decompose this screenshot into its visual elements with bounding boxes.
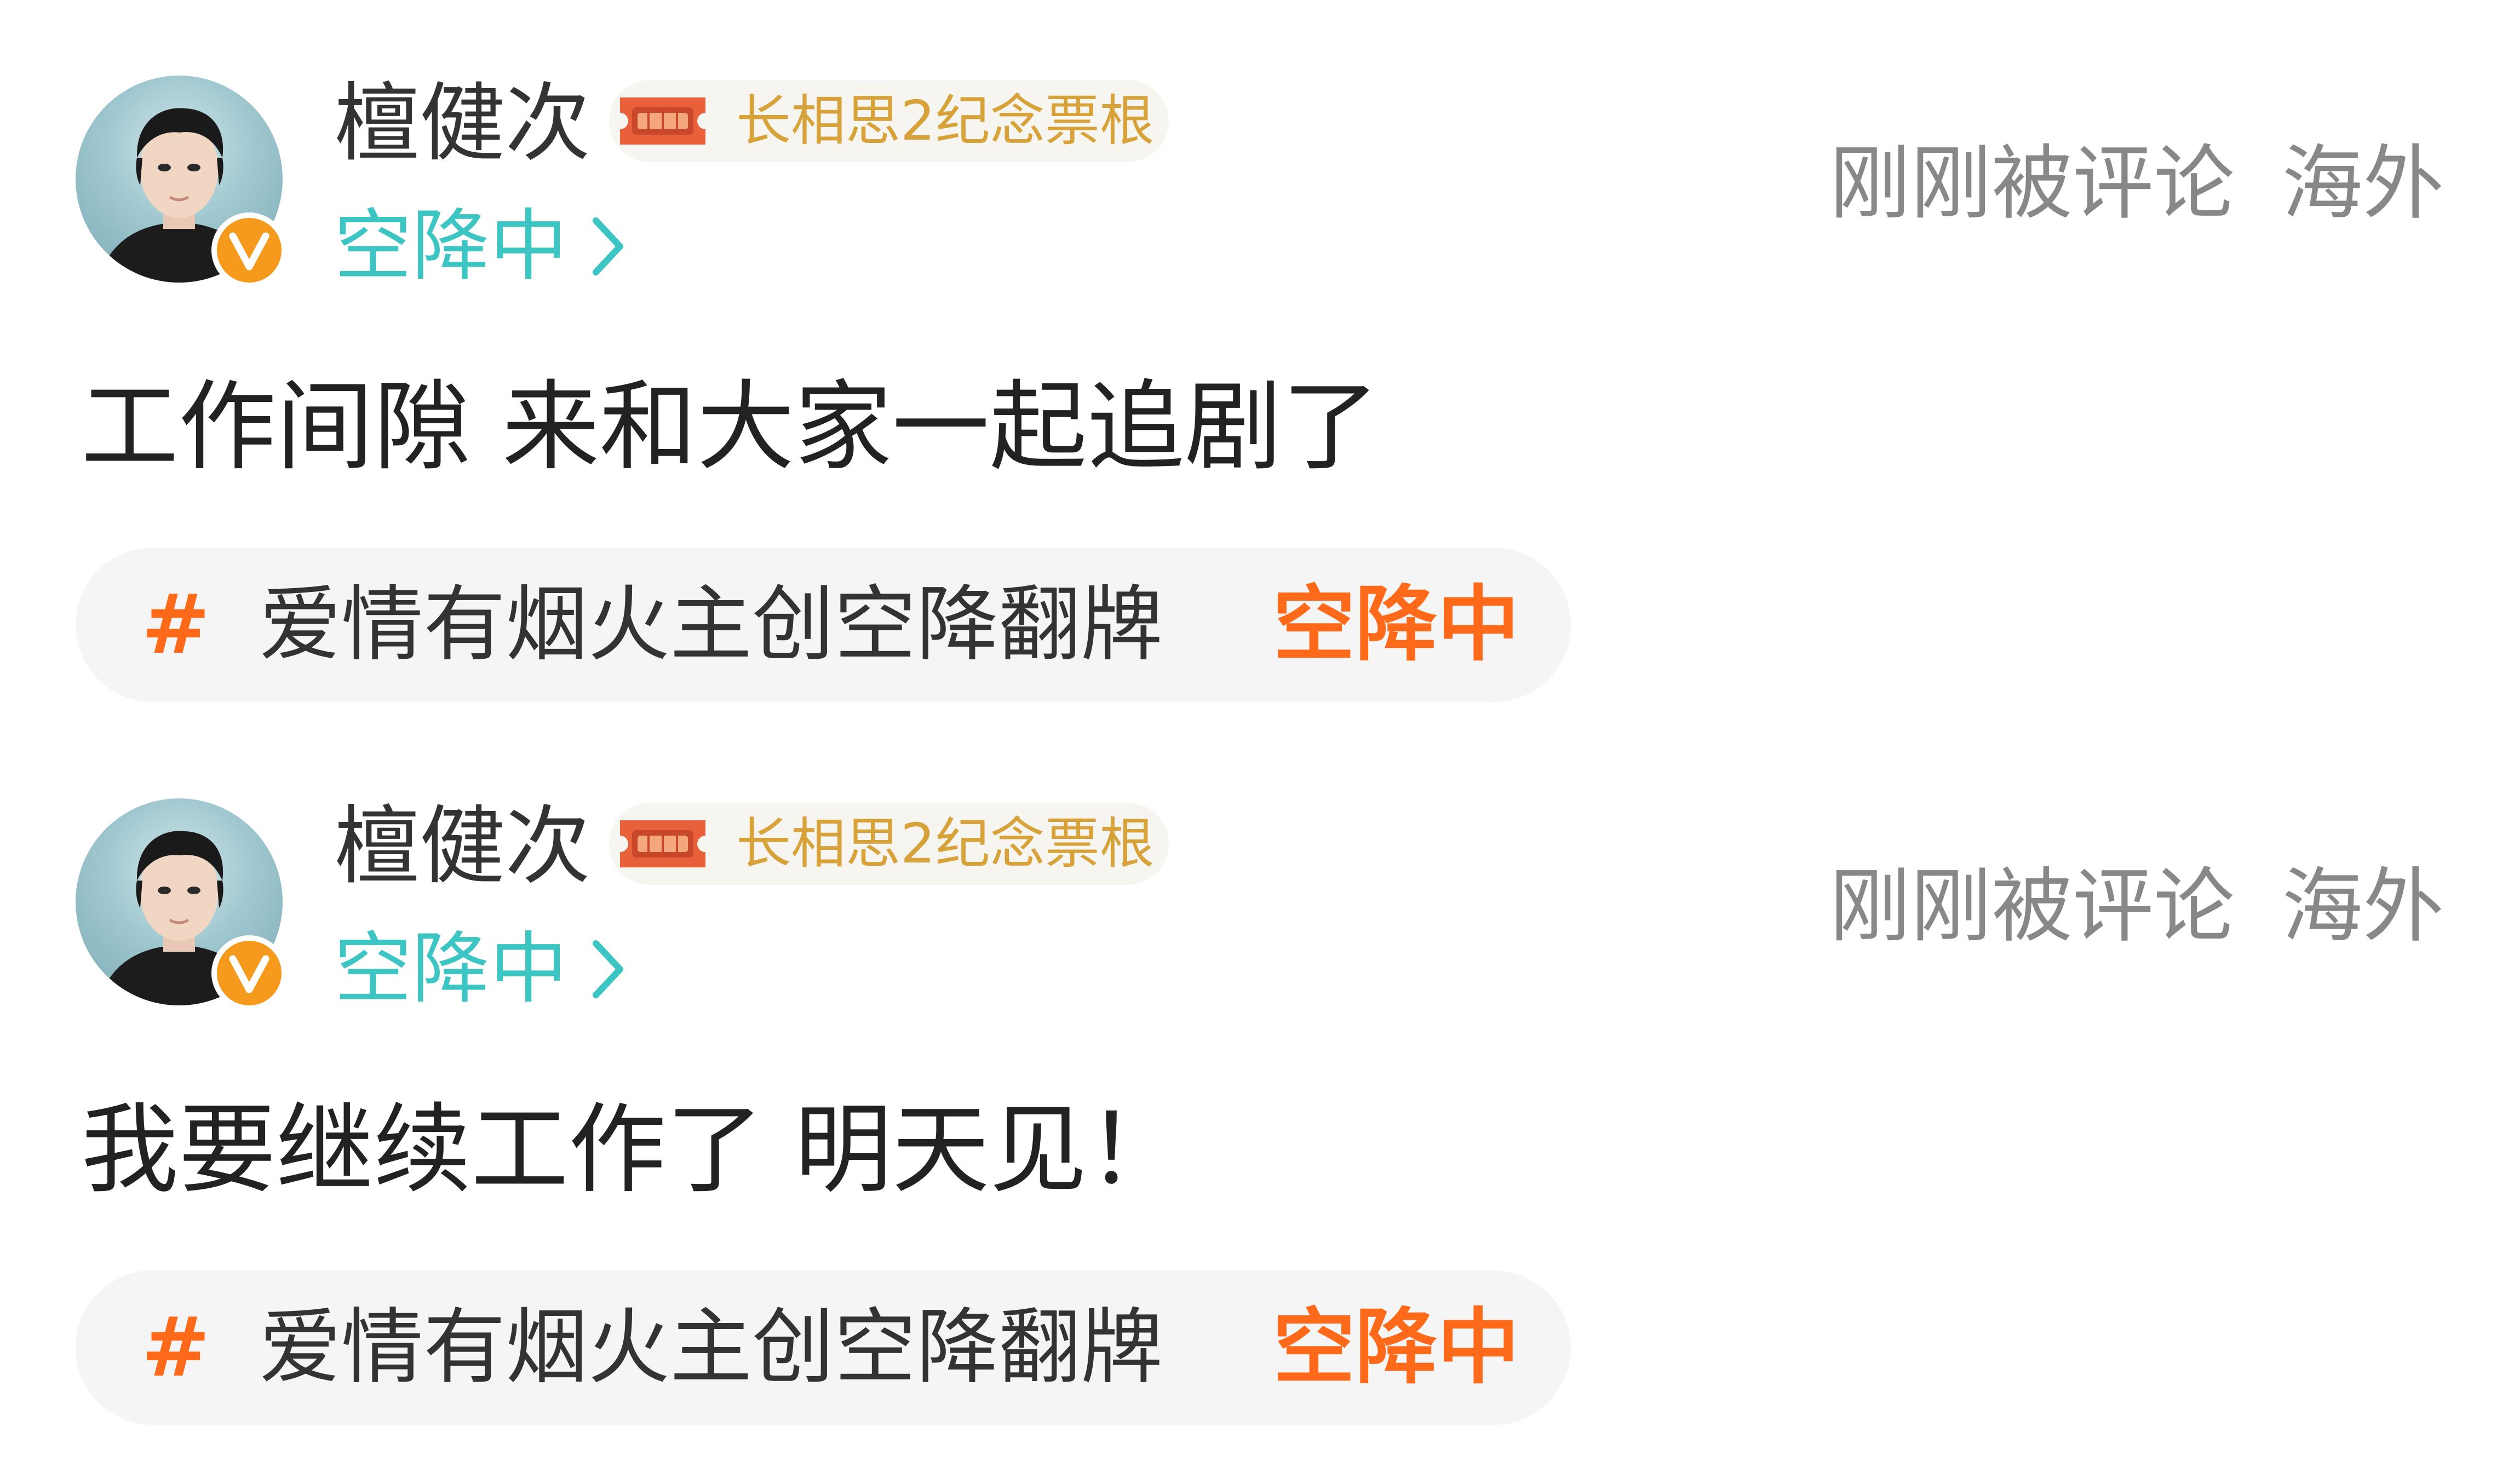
airdrop-status-label: 空降中 [334,201,567,291]
activity-text: 刚刚被评论 [1829,136,2235,231]
post-content: 工作间隙 来和大家一起追剧了 [81,370,1380,484]
avatar[interactable] [76,798,287,1011]
username[interactable]: 檀健次 [334,799,590,893]
airdrop-status-link[interactable]: 空降中 [334,925,624,1013]
topic-title: 爱情有烟火主创空降翻牌 [259,577,1163,672]
post-meta: 刚刚被评论 海外 [1829,860,2444,953]
topic-status: 空降中 [1273,577,1520,672]
location-text: 海外 [2282,859,2444,953]
post-content: 我要继续工作了 明天见！ [81,1093,1185,1206]
post-card: 檀健次 长相思2纪念票根 空降中 刚刚被评论 海外 工作间隙 来和大家一起追剧了 … [0,0,2514,723]
chevron-right-icon [593,217,623,275]
verified-icon [211,935,287,1011]
topic-status: 空降中 [1273,1300,1520,1395]
fan-medal-label: 长相思2纪念票根 [736,89,1155,153]
topic-title: 爱情有烟火主创空降翻牌 [259,1300,1163,1395]
hashtag-icon: # [141,577,210,672]
hashtag-icon: # [141,1300,210,1395]
avatar[interactable] [76,76,287,288]
activity-text: 刚刚被评论 [1829,859,2235,953]
location-text: 海外 [2282,136,2444,231]
ticket-icon [620,820,705,867]
airdrop-status-label: 空降中 [334,924,567,1014]
airdrop-status-link[interactable]: 空降中 [334,203,624,290]
topic-tag[interactable]: # 爱情有烟火主创空降翻牌 空降中 [76,548,1571,702]
chevron-right-icon [593,940,623,998]
verified-icon [211,212,287,288]
fan-medal-label: 长相思2纪念票根 [736,812,1155,876]
username[interactable]: 檀健次 [334,77,590,170]
ticket-icon [620,97,705,145]
post-meta: 刚刚被评论 海外 [1829,137,2444,230]
post-card: 檀健次 长相思2纪念票根 空降中 刚刚被评论 海外 我要继续工作了 明天见！ # … [0,723,2514,1446]
fan-medal-badge[interactable]: 长相思2纪念票根 [609,80,1169,162]
fan-medal-badge[interactable]: 长相思2纪念票根 [609,803,1169,885]
topic-tag[interactable]: # 爱情有烟火主创空降翻牌 空降中 [76,1270,1571,1425]
